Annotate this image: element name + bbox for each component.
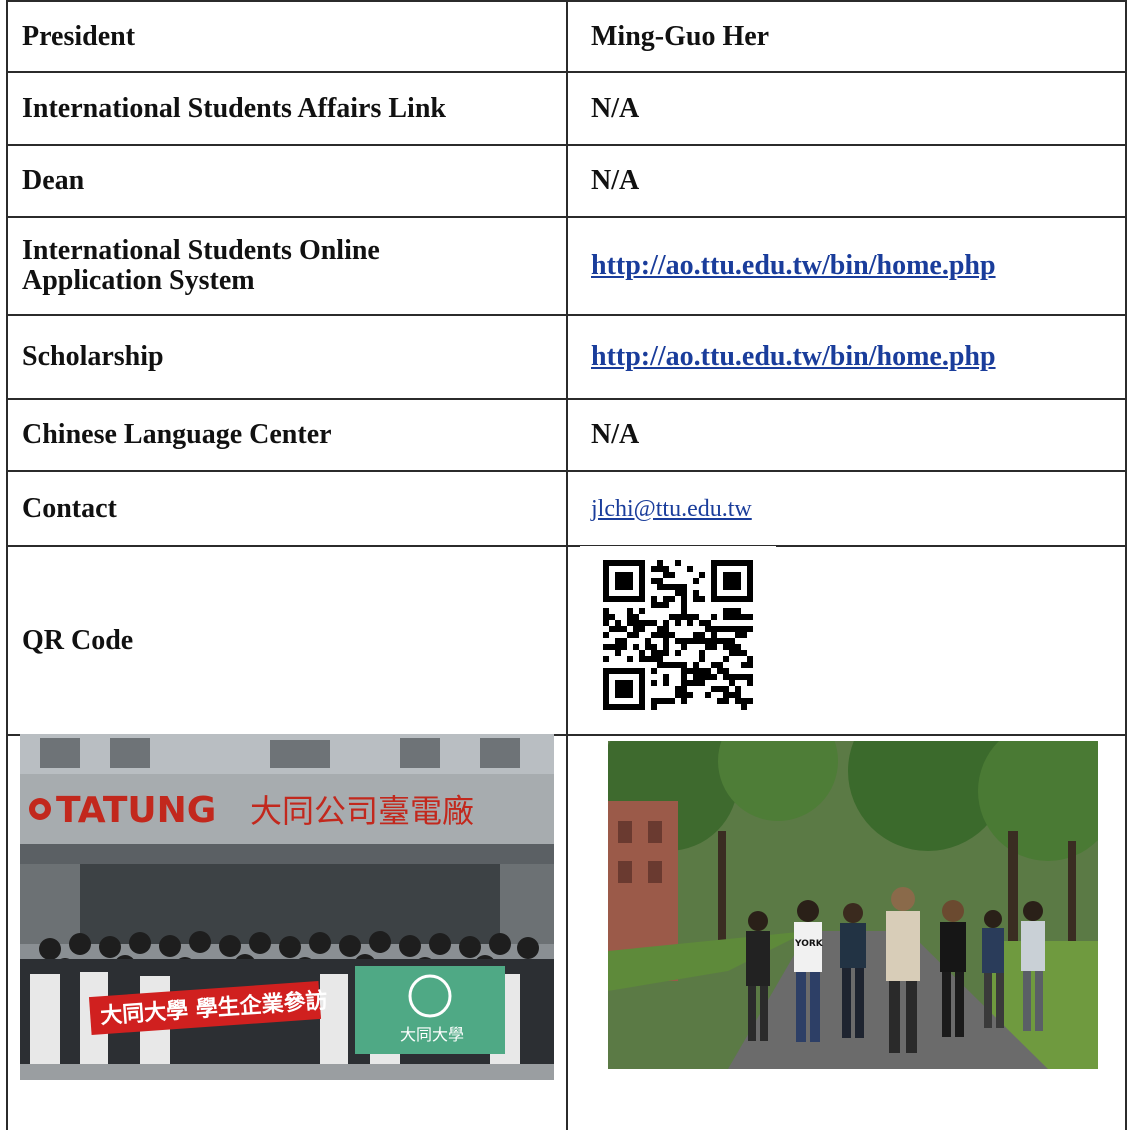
sign-latin: TATUNG [56, 790, 216, 831]
row-value-contact: jlchi@ttu.edu.tw [591, 472, 1111, 545]
flag-text: 大同大學 [400, 1025, 464, 1044]
qr-code-image [580, 546, 776, 724]
table-border [1125, 0, 1127, 1130]
column-divider [566, 0, 568, 1130]
qr-code-icon [603, 560, 753, 710]
table-border [6, 0, 8, 1130]
row-value-chinese-language-center: N/A [591, 419, 640, 450]
row-value-president: Ming-Guo Her [591, 20, 770, 52]
info-table: President Ming-Guo Her International Stu… [6, 0, 1127, 1130]
row-value-dean: N/A [591, 165, 640, 196]
row-value-online-application: http://ao.ttu.edu.tw/bin/home.php [591, 218, 1111, 314]
row-label-chinese-language-center: Chinese Language Center [22, 419, 332, 450]
label-line: International Students Online [22, 235, 380, 266]
row-value-intl-affairs-link: N/A [591, 92, 640, 124]
application-link[interactable]: http://ao.ttu.edu.tw/bin/home.php [591, 251, 996, 281]
photo-campus-students: YORK [608, 741, 1098, 1069]
photo-tatung-group: TATUNG 大同公司臺電廠 大同大學 學生企業參訪 大同大學 [20, 734, 554, 1080]
contact-email-link[interactable]: jlchi@ttu.edu.tw [591, 494, 752, 524]
sign-cjk: 大同公司臺電廠 [250, 792, 474, 830]
row-label-intl-affairs-link: International Students Affairs Link [22, 92, 446, 124]
row-value-scholarship: http://ao.ttu.edu.tw/bin/home.php [591, 316, 1111, 398]
label-line: Application System [22, 265, 255, 296]
row-label-online-application: International Students Online Applicatio… [22, 218, 562, 314]
row-label-qr-code: QR Code [22, 624, 134, 656]
row-label-scholarship: Scholarship [22, 341, 164, 372]
row-label-president: President [22, 20, 136, 52]
shirt-text: YORK [794, 939, 824, 949]
scholarship-link[interactable]: http://ao.ttu.edu.tw/bin/home.php [591, 342, 996, 372]
row-label-dean: Dean [22, 165, 85, 196]
row-label-contact: Contact [22, 492, 117, 524]
